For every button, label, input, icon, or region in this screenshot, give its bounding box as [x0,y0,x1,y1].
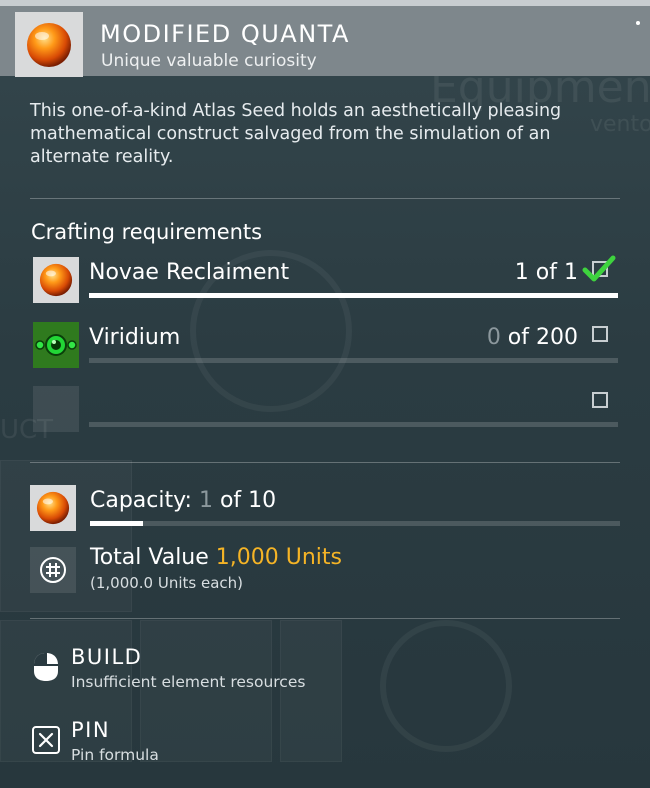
orange-orb-icon [30,485,76,531]
requirement-row[interactable]: Viridium 0 of 200 [33,322,618,372]
item-title: MODIFIED QUANTA [100,20,350,48]
total-value-text: Total Value [90,545,216,570]
checkmark-icon [582,255,616,282]
total-value-row: Total Value 1,000 Units (1,000.0 Units e… [30,543,620,598]
item-header: MODIFIED QUANTA Unique valuable curiosit… [0,6,650,77]
requirement-total: of 200 [500,325,578,350]
capacity-text: Capacity: [90,488,192,513]
x-key-icon [30,724,62,756]
crafting-requirements-title: Crafting requirements [31,220,263,244]
pin-label: PIN [71,718,111,742]
requirement-total: of 1 [528,260,578,285]
capacity-have: 1 [191,488,213,513]
requirement-progress-track [89,293,618,298]
empty-slot-icon [33,386,79,432]
capacity-progress-track [90,521,620,526]
capacity-progress-fill [90,521,143,526]
requirement-row-empty [33,386,618,436]
build-label: BUILD [71,645,143,669]
item-subtitle: Unique valuable curiosity [101,51,317,71]
requirement-have: 1 [514,260,529,285]
mouse-click-icon [30,651,62,683]
pin-button[interactable]: PIN Pin formula [30,718,430,768]
requirement-progress-fill [89,293,618,298]
build-status-text: Insufficient element resources [71,673,306,691]
requirement-progress-track [89,358,618,363]
total-value-label: Total Value 1,000 Units [90,545,342,570]
requirement-count: 1 of 1 [515,260,578,285]
requirement-progress-track [89,422,618,427]
capacity-row: Capacity: 1 of 10 [30,485,620,535]
requirement-name: Viridium [89,325,181,350]
units-currency-icon [30,547,76,593]
requirement-have: 0 [486,325,501,350]
requirement-name: Novae Reclaiment [89,260,290,285]
requirement-checkbox [592,326,608,342]
requirement-checkbox [592,392,608,408]
capacity-total: of 10 [212,488,277,513]
divider [30,462,620,463]
capacity-label: Capacity: 1 of 10 [90,488,276,513]
requirement-row[interactable]: Novae Reclaiment 1 of 1 [33,255,618,307]
orange-orb-icon [33,257,79,303]
pin-description: Pin formula [71,746,159,764]
green-viridium-icon [33,322,79,368]
units-each-text: (1,000.0 Units each) [90,574,244,592]
total-value-amount: 1,000 Units [215,545,343,570]
header-indicator-dot [636,21,640,25]
item-description: This one-of-a-kind Atlas Seed holds an a… [30,101,562,167]
requirement-count: 0 of 200 [487,325,578,350]
build-button[interactable]: BUILD Insufficient element resources [30,645,430,695]
divider [30,618,620,619]
orange-orb-icon [15,12,83,77]
divider [30,198,620,199]
